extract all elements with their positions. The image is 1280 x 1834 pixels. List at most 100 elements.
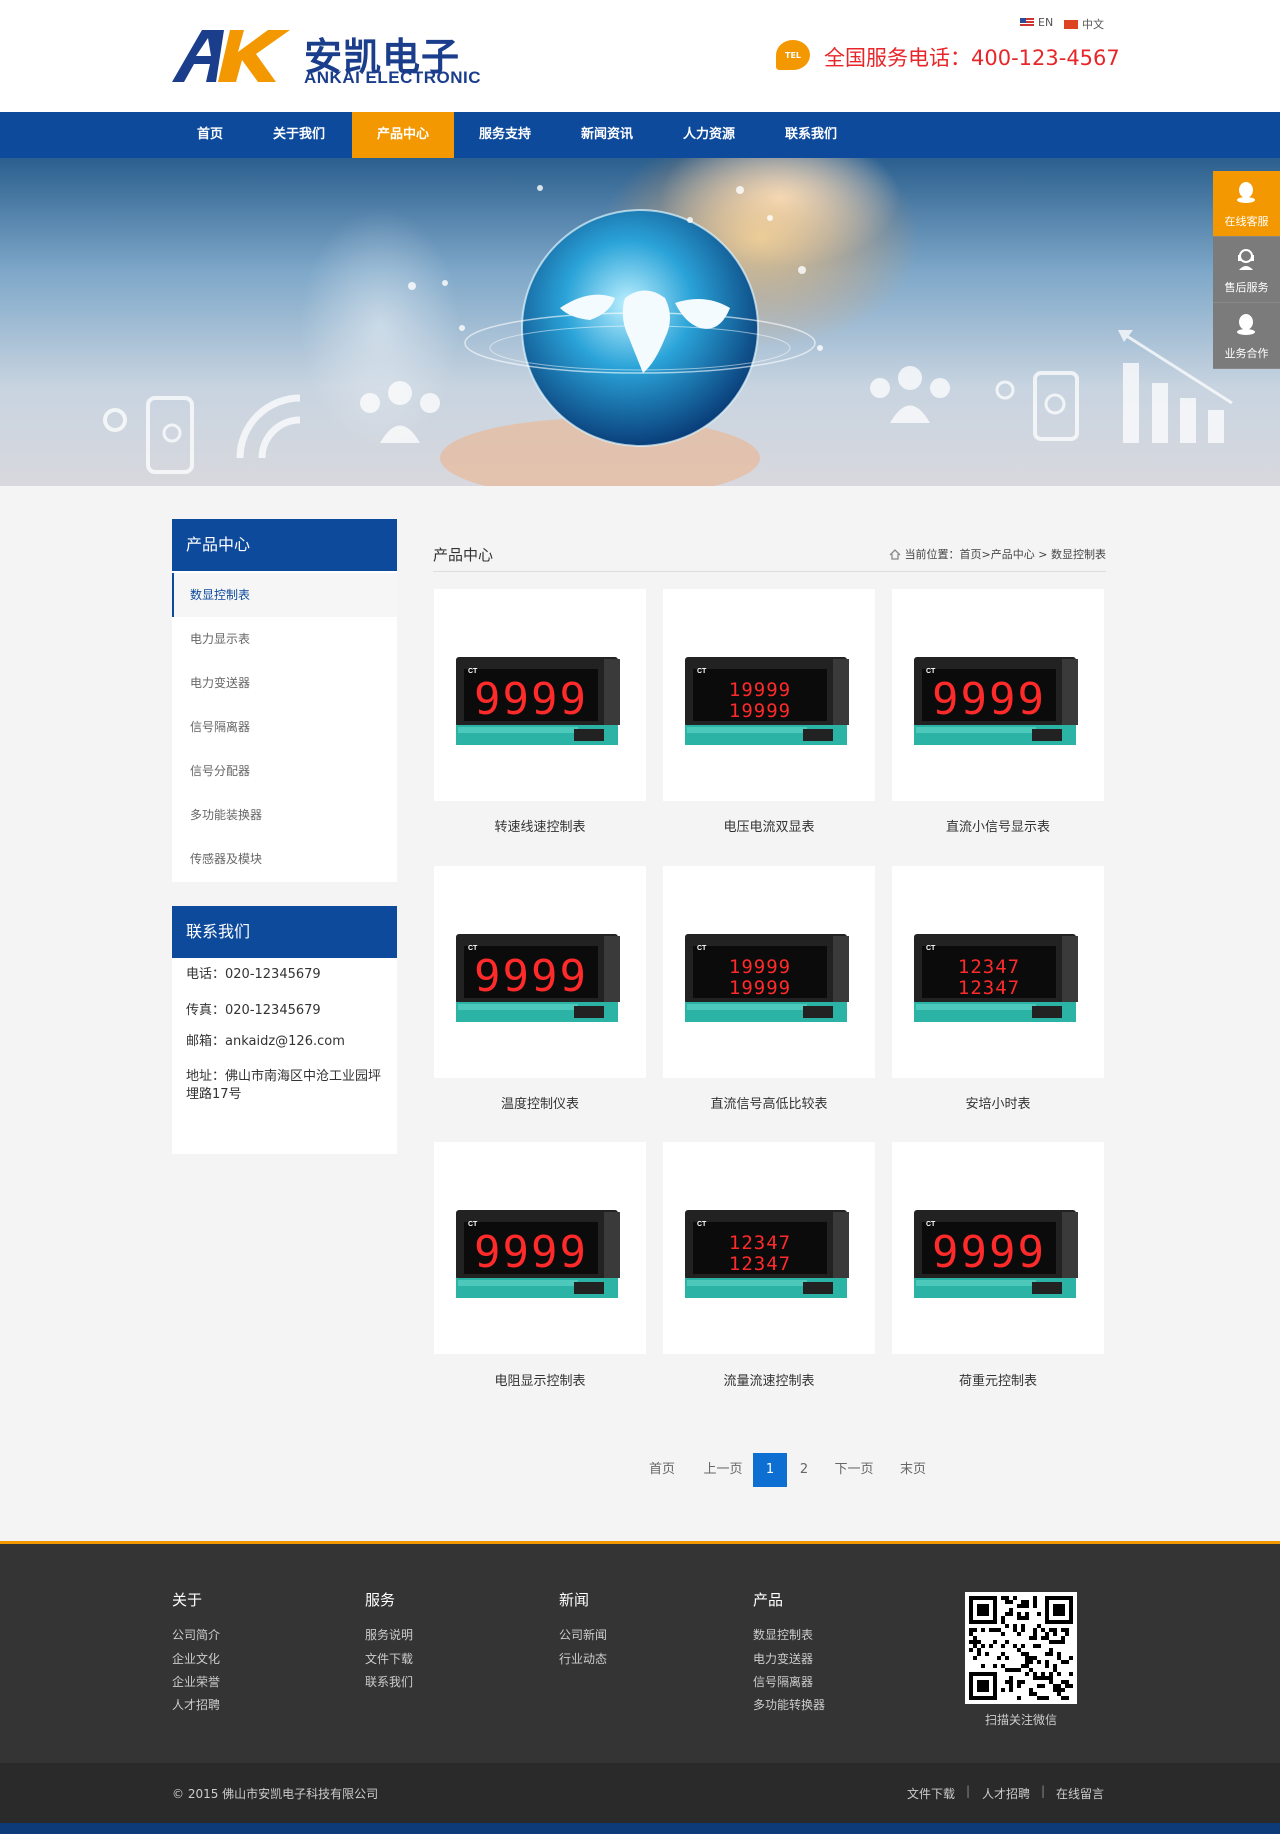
sidebar-item-multi-converter[interactable]: 多功能装换器	[172, 793, 397, 837]
svg-text:19999: 19999	[729, 977, 791, 999]
tel-badge-label: TEL	[784, 50, 802, 60]
sidebar-contact-title: 联系我们	[172, 906, 397, 958]
logo-english-name: ANKAI ELECTRONIC	[304, 68, 482, 87]
product-card[interactable]: CT 12347 12347	[663, 1142, 875, 1354]
page-next-link[interactable]: 下一页	[828, 1453, 880, 1487]
digital-meter-image: CT9999	[456, 1210, 620, 1298]
nav-hr[interactable]: 人力资源	[658, 112, 760, 158]
lang-en-link[interactable]: EN	[1020, 16, 1053, 29]
footer-link[interactable]: 数显控制表	[753, 1626, 813, 1643]
footer-link[interactable]: 企业荣誉	[172, 1673, 220, 1690]
footer-link[interactable]: 电力变送器	[753, 1650, 813, 1667]
lang-en-label: EN	[1038, 16, 1054, 29]
footer-link[interactable]: 人才招聘	[172, 1696, 220, 1713]
product-card[interactable]: CT 9999	[892, 589, 1104, 801]
after-sales-label: 售后服务	[1224, 281, 1269, 294]
contact-email: 邮箱：ankaidz@126.com	[186, 1034, 345, 1049]
nav-service[interactable]: 服务支持	[454, 112, 556, 158]
contact-fax: 传真：020-12345679	[186, 1003, 321, 1018]
online-service-label: 在线客服	[1224, 215, 1269, 228]
page-first-link[interactable]: 首页	[642, 1453, 682, 1487]
nav-contact[interactable]: 联系我们	[760, 112, 862, 158]
page-prev-link[interactable]: 上一页	[697, 1453, 749, 1487]
page-1-link[interactable]: 1	[753, 1453, 787, 1487]
svg-text:CT: CT	[697, 668, 707, 675]
footer-link[interactable]: 公司简介	[172, 1626, 220, 1643]
svg-text:9999: 9999	[474, 674, 588, 725]
footer-link[interactable]: 公司新闻	[559, 1626, 607, 1643]
contact-phone: 电话：020-12345679	[186, 967, 321, 982]
product-name[interactable]: 荷重元控制表	[892, 1370, 1104, 1389]
lang-cn-link[interactable]: 中文	[1064, 16, 1104, 32]
product-name[interactable]: 电阻显示控制表	[434, 1370, 646, 1389]
product-card[interactable]: CT 9999	[434, 589, 646, 801]
copyright-text: © 2015 佛山市安凯电子科技有限公司	[172, 1787, 379, 1801]
lang-cn-label: 中文	[1082, 18, 1104, 31]
sidebar-item-signal-distributor[interactable]: 信号分配器	[172, 749, 397, 793]
phone-icon: TEL	[776, 40, 810, 70]
digital-meter-image: CT9999	[456, 657, 620, 745]
digital-meter-image: CT9999	[914, 1210, 1078, 1298]
product-name[interactable]: 直流小信号显示表	[892, 816, 1104, 835]
digital-meter-image: CT9999	[456, 934, 620, 1022]
bottom-link-download[interactable]: 文件下载	[907, 1785, 955, 1802]
product-name[interactable]: 电压电流双显表	[663, 816, 875, 835]
svg-text:12347: 12347	[729, 1232, 791, 1254]
page-last-link[interactable]: 末页	[893, 1453, 933, 1487]
footer-link[interactable]: 多功能转换器	[753, 1696, 825, 1713]
product-card[interactable]: CT 9999	[892, 1142, 1104, 1354]
product-card[interactable]: CT 9999	[434, 1142, 646, 1354]
product-name[interactable]: 流量流速控制表	[663, 1370, 875, 1389]
digital-meter-image: CT 1999919999	[685, 657, 849, 745]
headset-icon	[1238, 249, 1254, 270]
bottom-link-message[interactable]: 在线留言	[1056, 1785, 1104, 1802]
business-coop-button[interactable]: 业务合作	[1213, 303, 1280, 369]
footer-link[interactable]: 文件下载	[365, 1650, 413, 1667]
product-name[interactable]: 直流信号高低比较表	[663, 1093, 875, 1112]
digital-meter-image: CT9999	[914, 657, 1078, 745]
product-card[interactable]: CT 12347 12347	[892, 866, 1104, 1078]
business-coop-label: 业务合作	[1224, 347, 1269, 360]
product-card[interactable]: CT 19999 19999	[663, 589, 875, 801]
logo[interactable]: 安凯电子 ANKAI ELECTRONIC	[172, 26, 490, 88]
cn-flag-icon	[1064, 19, 1078, 29]
sidebar-item-power-display[interactable]: 电力显示表	[172, 617, 397, 661]
footer-link[interactable]: 信号隔离器	[753, 1673, 813, 1690]
main-nav: 首页 关于我们 产品中心 服务支持 新闻资讯 人力资源 联系我们	[0, 112, 1280, 158]
svg-text:9999: 9999	[474, 1227, 588, 1278]
site-footer: 关于 公司简介 企业文化 企业荣誉 人才招聘 服务 服务说明 文件下载 联系我们…	[0, 1541, 1280, 1763]
link-separator: |	[966, 1784, 971, 1798]
sidebar-item-digital-meter[interactable]: 数显控制表	[172, 573, 397, 617]
nav-news[interactable]: 新闻资讯	[556, 112, 658, 158]
bottom-link-jobs[interactable]: 人才招聘	[982, 1785, 1030, 1802]
digital-meter-image: CT 1234712347	[914, 934, 1078, 1022]
online-service-button[interactable]: 在线客服	[1213, 171, 1280, 237]
svg-text:9999: 9999	[932, 674, 1046, 725]
product-name[interactable]: 转速线速控制表	[434, 816, 646, 835]
product-name[interactable]: 温度控制仪表	[434, 1093, 646, 1112]
nav-products[interactable]: 产品中心	[352, 112, 454, 158]
breadcrumb: 当前位置：首页>产品中心 > 数显控制表	[889, 546, 1106, 562]
footer-link[interactable]: 行业动态	[559, 1650, 607, 1667]
contact-address-line2: 埋路17号	[186, 1087, 242, 1102]
footer-news-title: 新闻	[559, 1591, 590, 1609]
site-header: 安凯电子 ANKAI ELECTRONIC EN 中文 TEL 全国服务电话：4…	[0, 0, 1280, 112]
product-card[interactable]: CT 19999 19999	[663, 866, 875, 1078]
page-title: 产品中心	[433, 546, 494, 564]
page-2-link[interactable]: 2	[789, 1453, 819, 1487]
sidebar-item-power-transmitter[interactable]: 电力变送器	[172, 661, 397, 705]
digital-meter-image: CT 1999919999	[685, 934, 849, 1022]
footer-link[interactable]: 企业文化	[172, 1650, 220, 1667]
sidebar-item-sensor-module[interactable]: 传感器及模块	[172, 837, 397, 881]
nav-home[interactable]: 首页	[172, 112, 248, 158]
nav-about[interactable]: 关于我们	[248, 112, 350, 158]
product-name[interactable]: 安培小时表	[892, 1093, 1104, 1112]
footer-link[interactable]: 联系我们	[365, 1673, 413, 1690]
us-flag-icon	[1020, 18, 1034, 27]
bottom-accent-strip	[0, 1823, 1280, 1834]
product-card[interactable]: CT 9999	[434, 866, 646, 1078]
sidebar-item-signal-isolator[interactable]: 信号隔离器	[172, 705, 397, 749]
after-sales-button[interactable]: 售后服务	[1213, 237, 1280, 303]
qq-icon	[1237, 182, 1255, 203]
footer-link[interactable]: 服务说明	[365, 1626, 413, 1643]
